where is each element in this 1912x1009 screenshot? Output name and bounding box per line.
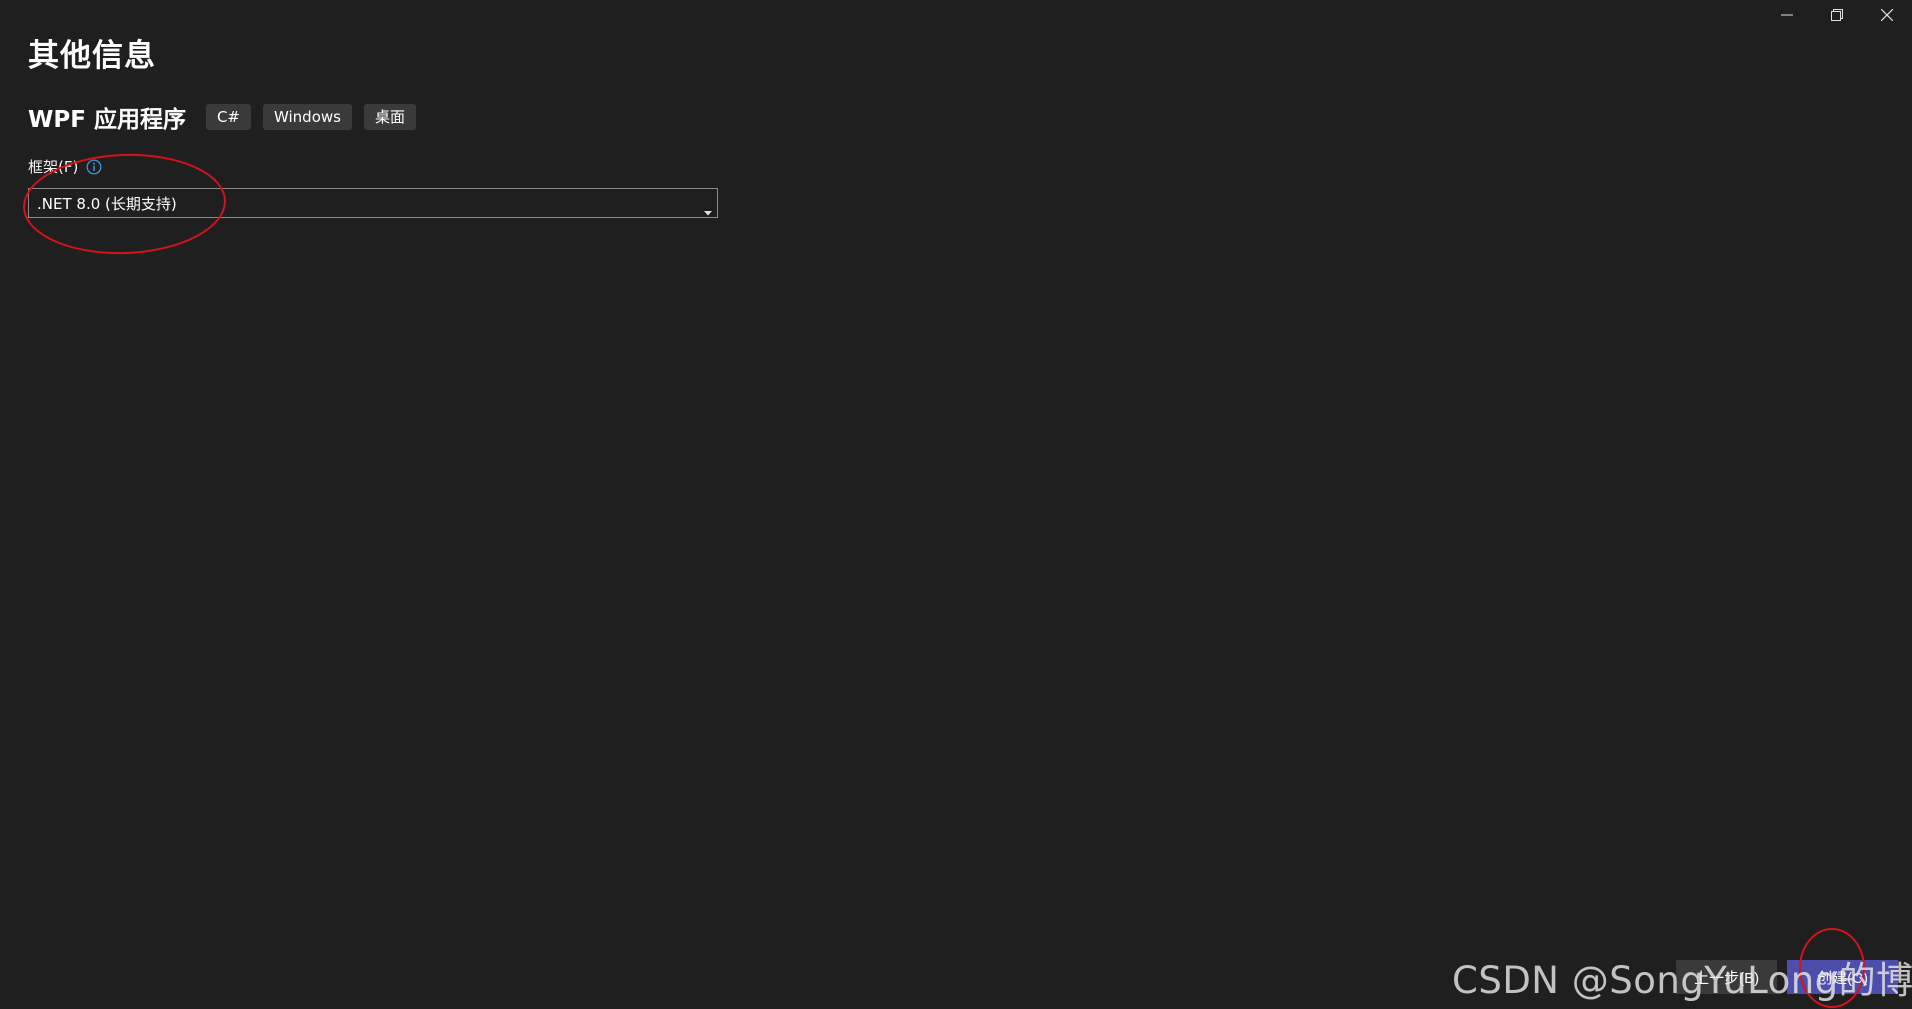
tag-language: C#: [205, 104, 251, 130]
restore-icon: [1831, 9, 1843, 21]
minimize-icon: [1781, 14, 1793, 16]
close-button[interactable]: [1862, 0, 1912, 30]
tag-project-type: 桌面: [363, 104, 416, 130]
window-controls: [1762, 0, 1912, 30]
chevron-down-icon: [704, 201, 712, 220]
template-header: WPF 应用程序 C# Windows 桌面: [28, 100, 428, 134]
template-name: WPF 应用程序: [28, 107, 186, 133]
close-icon: [1881, 9, 1893, 21]
tag-platform: Windows: [263, 104, 352, 130]
restore-button[interactable]: [1812, 0, 1862, 30]
minimize-button[interactable]: [1762, 0, 1812, 30]
annotation-circle-create: [1799, 928, 1865, 1008]
page-title: 其他信息: [28, 38, 156, 74]
dialog-window: 其他信息 WPF 应用程序 C# Windows 桌面 框架(F) .NET 8…: [0, 0, 1912, 1009]
back-button[interactable]: 上一步(B): [1676, 960, 1778, 994]
